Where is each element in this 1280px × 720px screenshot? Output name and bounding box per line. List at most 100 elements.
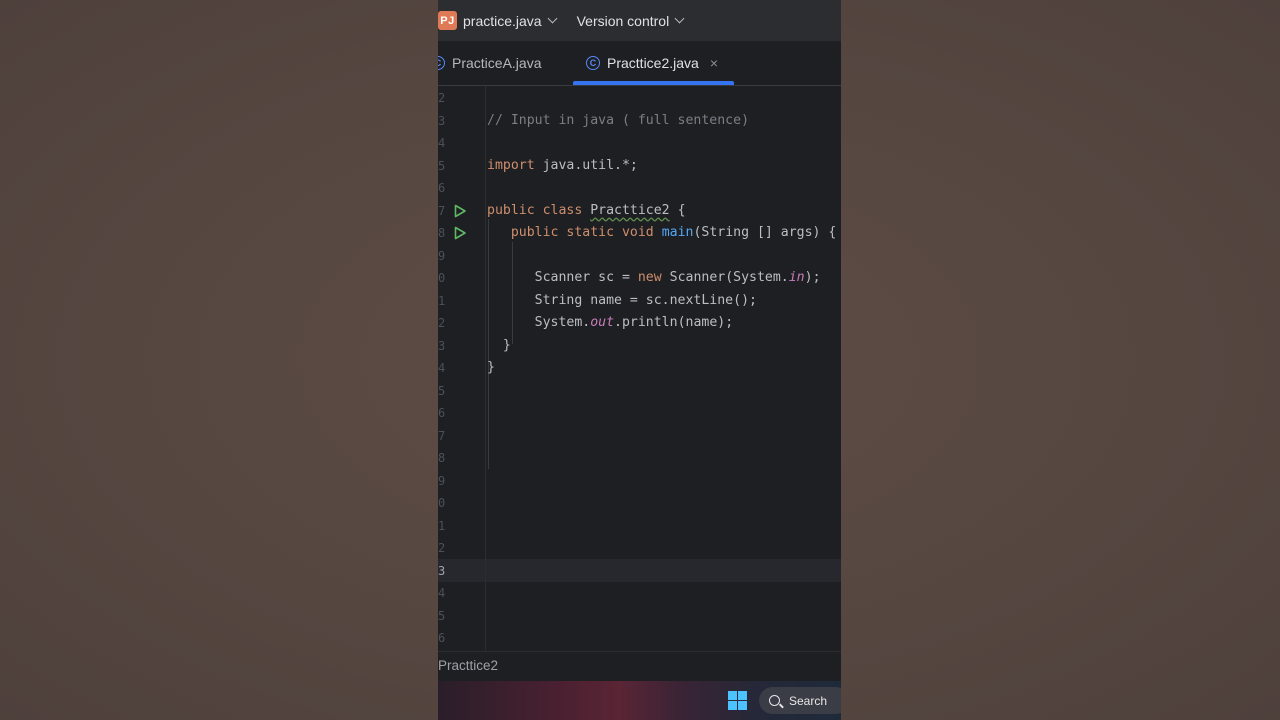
ide-window: PJ practice.java Version control C Pract…	[438, 0, 841, 720]
code-editor[interactable]: 2 3 // Input in java ( full sentence) 4 5 imp…	[438, 86, 841, 651]
code-token: // Input in java ( full sentence)	[487, 112, 750, 128]
code-line: 0 Scanner sc = new Scanner(System.in);	[438, 267, 841, 289]
code-token: }	[487, 360, 495, 375]
line-number: 7	[438, 203, 446, 218]
tab-practicea[interactable]: C PracticeA.java	[438, 41, 541, 85]
breadcrumb-class[interactable]: Practtice2	[438, 658, 498, 673]
line-number: 9	[438, 473, 446, 488]
editor-tabs: C PracticeA.java C Practtice2.java ×	[438, 41, 841, 86]
code-text: import java.util.*;	[487, 155, 638, 177]
class-icon: C	[438, 56, 445, 70]
active-tab-indicator	[573, 81, 734, 85]
search-icon	[769, 695, 780, 706]
line-number: 9	[438, 248, 446, 263]
tab-practtice2[interactable]: C Practtice2.java ×	[586, 41, 718, 85]
code-token: public static void	[510, 225, 662, 240]
code-text: System.out.println(name);	[487, 312, 734, 334]
code-token: Practtice2	[590, 202, 670, 218]
code-token: import	[487, 157, 535, 173]
code-line: 4	[438, 582, 841, 604]
line-number: 3	[438, 563, 446, 578]
code-token: main	[661, 225, 694, 240]
project-selector[interactable]: practice.java	[463, 12, 558, 29]
line-number: 7	[438, 428, 446, 443]
code-line: 6	[438, 402, 841, 424]
line-number: 2	[438, 91, 446, 105]
line-number: 5	[438, 608, 446, 623]
code-line: 5 import java.util.*;	[438, 155, 841, 177]
code-line: 9	[438, 470, 841, 492]
code-token: .println(name);	[614, 315, 734, 330]
code-line: 8	[438, 447, 841, 469]
code-token: in	[788, 270, 805, 285]
line-number: 0	[438, 496, 446, 510]
line-number: 5	[438, 158, 446, 173]
code-token: }	[487, 337, 511, 353]
line-number: 6	[438, 181, 446, 195]
line-number: 3	[438, 338, 446, 353]
code-line: 1	[438, 515, 841, 537]
chevron-down-icon	[547, 13, 558, 24]
code-line: 5	[438, 380, 841, 402]
code-text: public class Practtice2 {	[487, 200, 686, 222]
windows-start-icon[interactable]	[728, 691, 747, 710]
line-number: 4	[438, 136, 446, 150]
code-token: );	[804, 270, 821, 285]
code-line: 3	[438, 560, 841, 582]
code-text: public static void main(String [] args) …	[487, 222, 837, 244]
line-number: 2	[438, 316, 446, 330]
taskbar-search[interactable]: Search	[759, 687, 841, 714]
code-token: (String [] args) {	[693, 225, 837, 240]
code-token: Scanner sc =	[487, 270, 638, 285]
code-line: 6	[438, 627, 841, 649]
line-number: 1	[438, 518, 446, 533]
tab-label: PracticeA.java	[452, 55, 542, 71]
run-icon[interactable]	[453, 226, 467, 240]
code-token: new	[637, 270, 662, 285]
tab-label: Practtice2.java	[607, 55, 699, 71]
code-line: 7	[438, 425, 841, 447]
line-number: 4	[438, 361, 446, 375]
chevron-down-icon	[674, 13, 685, 24]
code-token: Scanner(System.	[661, 270, 789, 285]
code-line: 4	[438, 132, 841, 154]
breadcrumb[interactable]: Practtice2	[438, 651, 841, 682]
code-line: 1 String name = sc.nextLine();	[438, 290, 841, 312]
project-badge[interactable]: PJ	[438, 11, 457, 30]
code-token: System.	[487, 315, 591, 330]
code-line: 2 System.out.println(name);	[438, 312, 841, 334]
code-line: 5	[438, 605, 841, 627]
code-text: // Input in java ( full sentence)	[487, 110, 749, 132]
search-label: Search	[789, 693, 828, 708]
code-text: }	[487, 335, 511, 357]
line-number: 5	[438, 383, 446, 398]
line-number: 8	[438, 451, 446, 465]
line-number: 8	[438, 226, 446, 240]
line-number: 6	[438, 406, 446, 420]
class-icon: C	[586, 56, 600, 70]
project-name: practice.java	[463, 12, 542, 29]
os-taskbar: Search	[438, 681, 841, 720]
title-bar: PJ practice.java Version control	[438, 0, 841, 41]
code-token: {	[669, 202, 686, 218]
code-line: 4}	[438, 357, 841, 379]
code-line: 2	[438, 537, 841, 559]
line-number: 3	[438, 113, 446, 128]
code-line: 9	[438, 245, 841, 267]
code-line: 0	[438, 492, 841, 514]
code-token: out	[590, 315, 615, 330]
code-line: 8 public static void main(String [] args…	[438, 222, 841, 244]
code-line: 2	[438, 87, 841, 109]
line-number: 2	[438, 541, 446, 555]
code-text: Scanner sc = new Scanner(System.in);	[487, 267, 821, 289]
run-icon[interactable]	[453, 204, 467, 218]
code-text: String name = sc.nextLine();	[487, 290, 757, 312]
code-token: java.util.*;	[534, 157, 638, 173]
close-icon[interactable]: ×	[710, 55, 718, 71]
code-token: public class	[487, 202, 591, 218]
line-number: 4	[438, 586, 446, 600]
vcs-selector[interactable]: Version control	[577, 13, 685, 29]
code-line: 7 public class Practtice2 {	[438, 200, 841, 222]
line-number: 0	[438, 271, 446, 285]
